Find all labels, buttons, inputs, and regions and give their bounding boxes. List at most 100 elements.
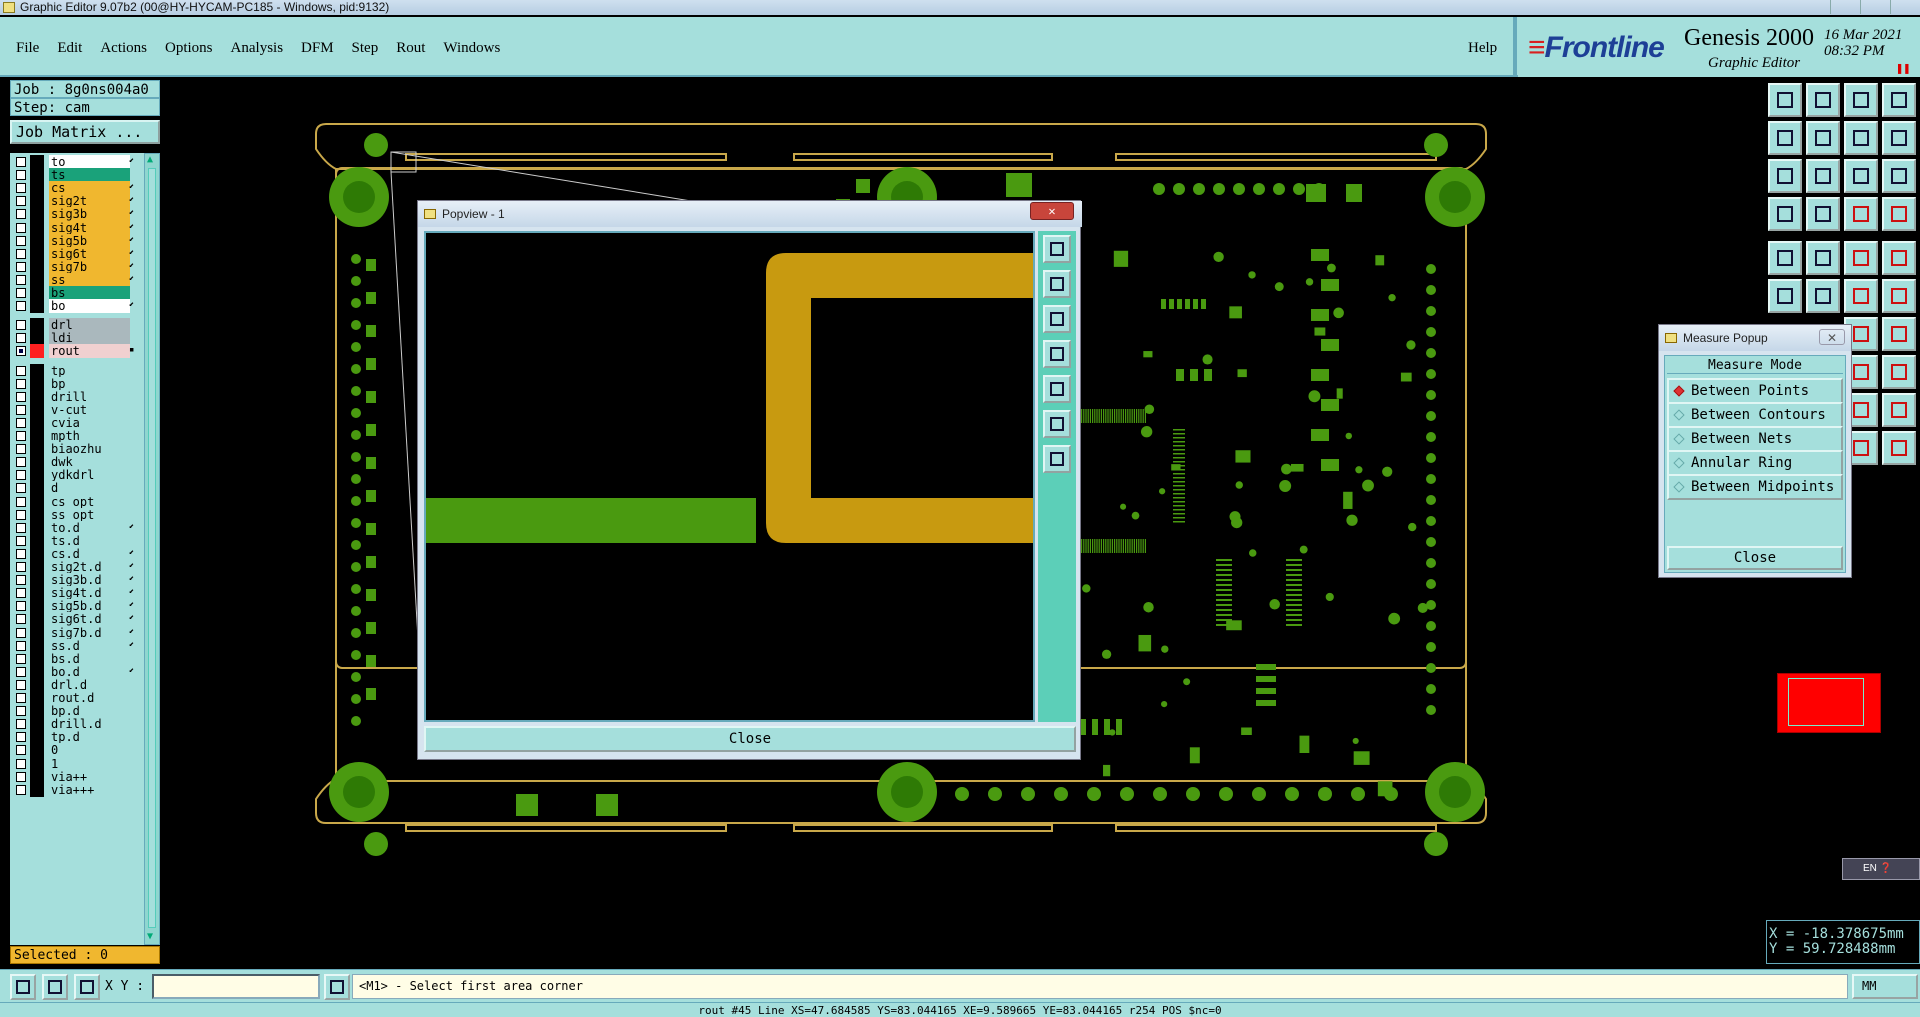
measure-option[interactable]: Between Nets: [1667, 426, 1843, 452]
layer-row[interactable]: bs.d: [10, 651, 152, 666]
layer-color-swatch[interactable]: [30, 194, 44, 209]
fit-screen-icon[interactable]: [1768, 159, 1802, 193]
layer-checkbox[interactable]: [16, 483, 26, 494]
zoom-prev-icon[interactable]: [1844, 121, 1878, 155]
layer-row[interactable]: ldi: [10, 331, 152, 346]
layer-row[interactable]: tp.d: [10, 730, 152, 745]
zoom-out-icon[interactable]: [1806, 121, 1840, 155]
layer-checkbox[interactable]: [16, 183, 26, 194]
layer-checkbox[interactable]: [16, 693, 26, 703]
minimize-button[interactable]: [1830, 0, 1860, 14]
layer-color-swatch[interactable]: [30, 638, 44, 653]
layer-up-icon[interactable]: [1768, 83, 1802, 117]
point-icon[interactable]: [1882, 241, 1916, 275]
layer-checkbox[interactable]: [16, 320, 26, 331]
layer-row[interactable]: cs.d ⬋: [10, 546, 152, 561]
layer-checkbox[interactable]: [16, 261, 26, 272]
layer-checkbox[interactable]: [16, 170, 26, 181]
measure-option[interactable]: Annular Ring: [1667, 450, 1843, 476]
layer-row[interactable]: sig3b.d ⬋: [10, 573, 152, 588]
layer-color-swatch[interactable]: [30, 415, 44, 430]
popview-pan-up-icon[interactable]: [1043, 270, 1071, 298]
menu-file[interactable]: File: [16, 40, 39, 57]
layer-scrollbar[interactable]: ▲ ▼: [144, 153, 160, 945]
layer-checkbox[interactable]: [16, 288, 26, 298]
layer-row[interactable]: sig5b ⬋: [10, 233, 152, 248]
frame-icon[interactable]: [1882, 83, 1916, 117]
layer-checkbox[interactable]: [16, 548, 26, 559]
layer-row[interactable]: ts.d: [10, 533, 152, 548]
layer-row[interactable]: cs ⬋: [10, 181, 152, 196]
layer-color-swatch[interactable]: [30, 691, 44, 705]
layer-color-swatch[interactable]: [30, 481, 44, 496]
select-net-icon[interactable]: [1768, 279, 1802, 313]
layer-color-swatch[interactable]: [30, 599, 44, 614]
fit-profile-icon[interactable]: [1806, 159, 1840, 193]
layer-color-swatch[interactable]: [30, 233, 44, 248]
layer-checkbox[interactable]: [16, 758, 26, 769]
close-window-button[interactable]: [1890, 0, 1920, 14]
layer-checkbox[interactable]: [16, 666, 26, 677]
layer-row[interactable]: ydkdrl: [10, 468, 152, 483]
layer-color-swatch[interactable]: [30, 259, 44, 274]
layer-checkbox[interactable]: [16, 431, 26, 441]
layer-checkbox[interactable]: [16, 248, 26, 259]
layer-row[interactable]: sig2t.d ⬋: [10, 560, 152, 574]
layer-row[interactable]: dwk: [10, 455, 152, 470]
layer-row[interactable]: sig6t ⬋: [10, 246, 152, 261]
layer-row[interactable]: cs_opt: [10, 494, 152, 509]
layer-row[interactable]: bo ⬋: [10, 299, 152, 314]
layer-row[interactable]: biaozhu: [10, 442, 152, 457]
layer-color-swatch[interactable]: [30, 625, 44, 640]
layer-checkbox[interactable]: [16, 784, 26, 795]
popview-close-x-button[interactable]: ✕: [1030, 202, 1074, 220]
layer-checkbox[interactable]: [16, 470, 26, 481]
layer-color-swatch[interactable]: [30, 389, 44, 404]
menu-dfm[interactable]: DFM: [301, 40, 334, 57]
layer-color-swatch[interactable]: [30, 299, 44, 314]
popview-zoom-window-icon[interactable]: [1043, 235, 1071, 263]
measure-title-bar[interactable]: Measure Popup ✕: [1659, 325, 1851, 351]
layer-row[interactable]: bo.d ⬋: [10, 664, 152, 679]
layer-row[interactable]: 0: [10, 743, 152, 758]
layer-checkbox[interactable]: [16, 274, 26, 285]
layer-color-swatch[interactable]: [30, 286, 44, 300]
layer-down-icon[interactable]: [1806, 83, 1840, 117]
layer-checkbox[interactable]: [16, 522, 26, 533]
layer-row[interactable]: via+++: [10, 782, 152, 797]
net-alt-icon[interactable]: [1882, 197, 1916, 231]
layer-checkbox[interactable]: [16, 719, 26, 730]
layer-row[interactable]: bs: [10, 286, 152, 300]
scroll-thumb[interactable]: [148, 168, 156, 928]
layer-checkbox[interactable]: [16, 588, 26, 599]
layer-checkbox[interactable]: [16, 404, 26, 415]
layer-color-swatch[interactable]: [30, 468, 44, 483]
layer-checkbox[interactable]: [16, 235, 26, 246]
maximize-button[interactable]: [1860, 0, 1890, 14]
layer-checkbox[interactable]: [16, 457, 26, 468]
layer-color-swatch[interactable]: [30, 533, 44, 548]
layer-row[interactable]: to ⬋: [10, 155, 152, 169]
layer-color-swatch[interactable]: [30, 704, 44, 719]
home-icon[interactable]: [1844, 83, 1878, 117]
popview-zoom-home-icon[interactable]: [1043, 410, 1071, 438]
layer-row[interactable]: v-cut: [10, 402, 152, 417]
ruler-icon[interactable]: [1844, 241, 1878, 275]
menu-help[interactable]: Help: [1468, 40, 1497, 57]
scroll-down-icon[interactable]: ▼: [147, 932, 157, 942]
layer-color-swatch[interactable]: [30, 155, 44, 169]
layer-row[interactable]: cvia: [10, 415, 152, 430]
pin-icon[interactable]: [1806, 197, 1840, 231]
layer-checkbox[interactable]: [16, 333, 26, 344]
zoom-next-icon[interactable]: [1882, 121, 1916, 155]
layer-checkbox[interactable]: [16, 640, 26, 651]
snap-icon[interactable]: [10, 974, 36, 1000]
edit-icon[interactable]: [1768, 197, 1802, 231]
help-icon[interactable]: ❓: [1880, 863, 1892, 874]
layer-row[interactable]: sig7b.d ⬋: [10, 625, 152, 640]
layer-color-swatch[interactable]: [30, 181, 44, 196]
layer-checkbox[interactable]: [16, 706, 26, 717]
layer-checkbox[interactable]: [16, 562, 26, 572]
layer-checkbox[interactable]: [16, 365, 26, 376]
layer-color-swatch[interactable]: [30, 573, 44, 588]
